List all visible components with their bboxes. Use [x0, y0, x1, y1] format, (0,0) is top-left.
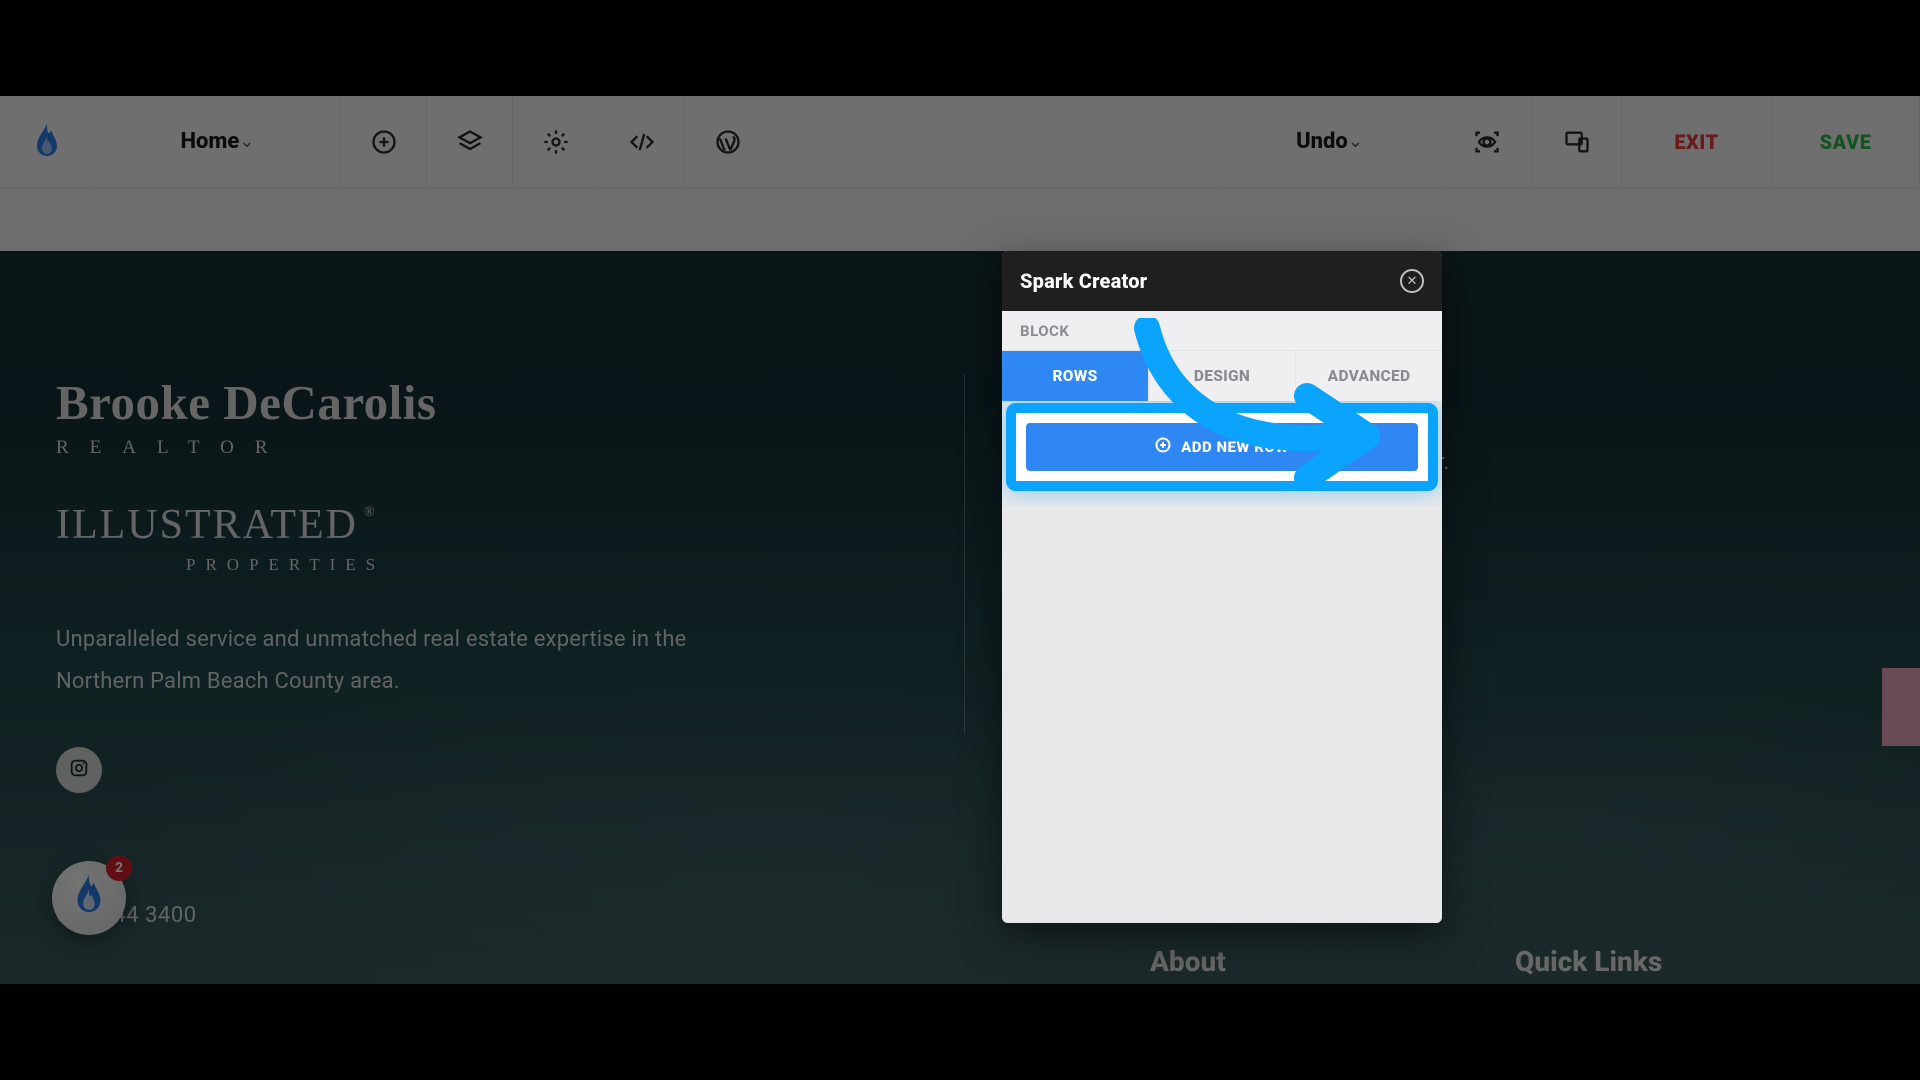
tab-advanced[interactable]: ADVANCED [1296, 351, 1442, 401]
tab-rows-label: ROWS [1052, 367, 1097, 385]
add-row-label: ADD NEW ROW [1181, 438, 1289, 456]
panel-header: Spark Creator ✕ [1002, 251, 1442, 311]
panel-block-label: BLOCK [1002, 311, 1442, 351]
tab-rows[interactable]: ROWS [1002, 351, 1149, 401]
add-new-row-button[interactable]: ADD NEW ROW [1026, 423, 1418, 471]
spark-creator-panel: Spark Creator ✕ BLOCK ROWS DESIGN ADVANC… [1002, 251, 1442, 923]
panel-empty-area [1002, 505, 1442, 923]
close-icon: ✕ [1407, 274, 1418, 289]
panel-tabs: ROWS DESIGN ADVANCED [1002, 351, 1442, 401]
plus-circle-icon [1155, 437, 1171, 457]
tab-design-label: DESIGN [1194, 367, 1250, 385]
panel-close-button[interactable]: ✕ [1400, 269, 1424, 293]
letterbox-top [0, 0, 1920, 96]
tab-design[interactable]: DESIGN [1149, 351, 1296, 401]
app-viewport: Home ⌄ Undo ⌄ EXIT [0, 96, 1920, 984]
annotation-highlight: ADD NEW ROW [1006, 403, 1438, 491]
panel-body: ADD NEW ROW [1002, 403, 1442, 923]
modal-dimmer [0, 96, 1920, 984]
letterbox-bottom [0, 984, 1920, 1080]
panel-title: Spark Creator [1020, 269, 1147, 293]
tab-advanced-label: ADVANCED [1328, 367, 1411, 385]
